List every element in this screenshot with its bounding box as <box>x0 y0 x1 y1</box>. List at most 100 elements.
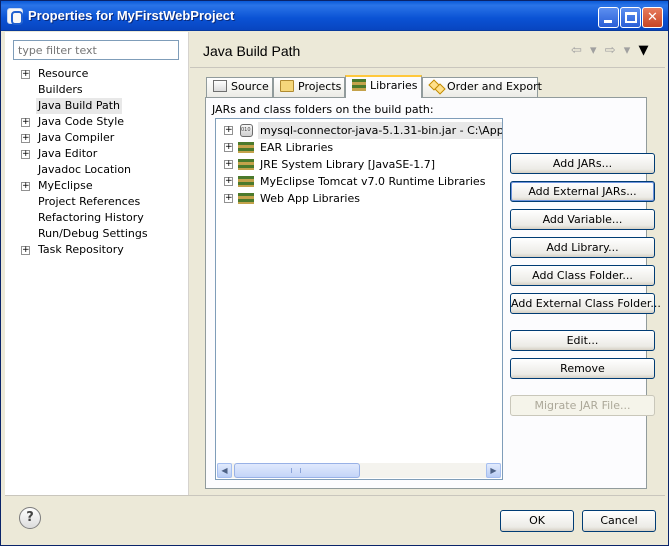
tree-item-label: Resource <box>38 67 89 80</box>
libraries-panel: JARs and class folders on the build path… <box>205 97 661 489</box>
tree-item-myeclipse[interactable]: + MyEclipse <box>19 178 189 194</box>
list-item-ear-libraries[interactable]: + EAR Libraries <box>216 139 502 156</box>
tree-item-label: Refactoring History <box>38 211 144 224</box>
list-item-label: JRE System Library [JavaSE-1.7] <box>260 158 436 171</box>
library-icon <box>238 176 254 187</box>
expand-icon[interactable]: + <box>21 70 30 79</box>
library-icon <box>238 193 254 204</box>
add-variable-button[interactable]: Add Variable... <box>510 209 655 230</box>
list-item-mysql-connector-jar[interactable]: + mysql-connector-java-5.1.31-bin.jar - … <box>216 122 502 139</box>
forward-arrow-icon[interactable]: ⇨ <box>605 43 616 58</box>
list-item-web-app-libraries[interactable]: + Web App Libraries <box>216 190 502 207</box>
expand-icon[interactable]: + <box>21 246 30 255</box>
expand-icon[interactable]: + <box>224 126 233 135</box>
tree-item-label: Task Repository <box>38 243 124 256</box>
page-navigation: ⇦ ▾ ⇨ ▾ ▼ <box>571 43 652 59</box>
tab-order-and-export[interactable]: Order and Export <box>422 77 542 97</box>
tab-label: Libraries <box>370 79 418 92</box>
back-history-menu[interactable]: ▾ <box>590 43 597 58</box>
maximize-icon <box>625 12 637 23</box>
expand-icon[interactable]: + <box>224 177 233 186</box>
tree-item-label: MyEclipse <box>38 179 93 192</box>
tab-label: Source <box>231 80 269 93</box>
expand-icon[interactable]: + <box>224 194 233 203</box>
add-jars-button[interactable]: Add JARs... <box>510 153 655 174</box>
tree-item-label: Java Code Style <box>38 115 125 128</box>
tree-item-java-compiler[interactable]: + Java Compiler <box>19 130 189 146</box>
window-title: Properties for MyFirstWebProject <box>28 8 235 23</box>
tree-item-builders[interactable]: Builders <box>19 82 189 98</box>
tree-item-label: Java Editor <box>38 147 98 160</box>
tab-libraries[interactable]: Libraries <box>345 75 422 98</box>
tab-source[interactable]: Source <box>206 77 273 97</box>
source-folder-icon <box>213 80 227 92</box>
tree-item-task-repository[interactable]: + Task Repository <box>19 242 189 258</box>
expand-icon[interactable]: + <box>224 143 233 152</box>
property-page: Java Build Path ⇦ ▾ ⇨ ▾ ▼ Source Project… <box>190 32 665 495</box>
forward-history-menu[interactable]: ▾ <box>624 43 631 58</box>
tree-item-label: Java Build Path <box>36 98 123 114</box>
list-item-label: Web App Libraries <box>260 192 360 205</box>
properties-dialog: Properties for MyFirstWebProject ✕ + Res… <box>0 0 669 546</box>
divider <box>190 67 665 68</box>
tree-item-label: Builders <box>38 83 83 96</box>
expand-icon[interactable]: + <box>21 182 30 191</box>
tab-label: Projects <box>298 80 342 93</box>
tree-item-java-code-style[interactable]: + Java Code Style <box>19 114 189 130</box>
tree-item-java-editor[interactable]: + Java Editor <box>19 146 189 162</box>
cancel-button[interactable]: Cancel <box>582 510 656 532</box>
scroll-left-icon[interactable]: ◀ <box>217 463 232 478</box>
ok-button[interactable]: OK <box>500 510 574 532</box>
minimize-icon <box>604 20 612 23</box>
tree-item-resource[interactable]: + Resource <box>19 66 189 82</box>
divider <box>5 495 665 496</box>
projects-icon <box>280 80 294 92</box>
filter-input[interactable] <box>13 40 179 60</box>
maximize-button[interactable] <box>620 7 641 28</box>
eclipse-icon <box>7 8 23 25</box>
expand-icon[interactable]: + <box>21 150 30 159</box>
tab-projects[interactable]: Projects <box>273 77 345 97</box>
property-page-nav: + Resource Builders Java Build Path + Ja… <box>5 32 189 495</box>
tree-item-label: Javadoc Location <box>38 163 132 176</box>
dialog-client-area: + Resource Builders Java Build Path + Ja… <box>5 32 665 543</box>
libraries-icon <box>352 79 366 91</box>
scroll-right-icon[interactable]: ▶ <box>486 463 501 478</box>
close-button[interactable]: ✕ <box>642 7 663 28</box>
tree-item-label: Java Compiler <box>38 131 115 144</box>
order-export-icon <box>429 80 443 92</box>
build-path-entries-list[interactable]: + mysql-connector-java-5.1.31-bin.jar - … <box>215 118 503 480</box>
view-menu-icon[interactable]: ▼ <box>638 43 648 58</box>
list-item-label: EAR Libraries <box>260 141 334 154</box>
minimize-button[interactable] <box>598 7 619 28</box>
edit-button[interactable]: Edit... <box>510 330 655 351</box>
tree-item-label: Run/Debug Settings <box>38 227 148 240</box>
add-external-class-folder-button[interactable]: Add External Class Folder... <box>510 293 661 314</box>
expand-icon[interactable]: + <box>21 118 30 127</box>
horizontal-scrollbar[interactable]: ◀ ▶ <box>217 463 501 478</box>
remove-button[interactable]: Remove <box>510 358 655 379</box>
tree-item-run-debug-settings[interactable]: Run/Debug Settings <box>19 226 189 242</box>
tree-item-javadoc-location[interactable]: Javadoc Location <box>19 162 189 178</box>
add-external-jars-button[interactable]: Add External JARs... <box>510 181 655 202</box>
back-arrow-icon[interactable]: ⇦ <box>571 43 582 58</box>
tree-item-refactoring-history[interactable]: Refactoring History <box>19 210 189 226</box>
jar-icon <box>240 124 253 137</box>
expand-icon[interactable]: + <box>224 160 233 169</box>
property-tree: + Resource Builders Java Build Path + Ja… <box>19 66 189 258</box>
list-item-label: mysql-connector-java-5.1.31-bin.jar - C:… <box>258 122 502 139</box>
list-item-tomcat-runtime[interactable]: + MyEclipse Tomcat v7.0 Runtime Librarie… <box>216 173 502 190</box>
close-icon: ✕ <box>647 10 658 25</box>
title-bar[interactable]: Properties for MyFirstWebProject ✕ <box>1 1 668 31</box>
tree-item-project-references[interactable]: Project References <box>19 194 189 210</box>
tree-item-java-build-path[interactable]: Java Build Path <box>19 98 189 114</box>
scroll-thumb[interactable] <box>234 463 360 478</box>
add-class-folder-button[interactable]: Add Class Folder... <box>510 265 655 286</box>
expand-icon[interactable]: + <box>21 134 30 143</box>
list-item-jre-system-library[interactable]: + JRE System Library [JavaSE-1.7] <box>216 156 502 173</box>
help-icon[interactable]: ? <box>19 507 41 529</box>
page-title: Java Build Path <box>203 43 301 59</box>
migrate-jar-file-button: Migrate JAR File... <box>510 395 655 416</box>
add-library-button[interactable]: Add Library... <box>510 237 655 258</box>
tab-label: Order and Export <box>447 80 542 93</box>
